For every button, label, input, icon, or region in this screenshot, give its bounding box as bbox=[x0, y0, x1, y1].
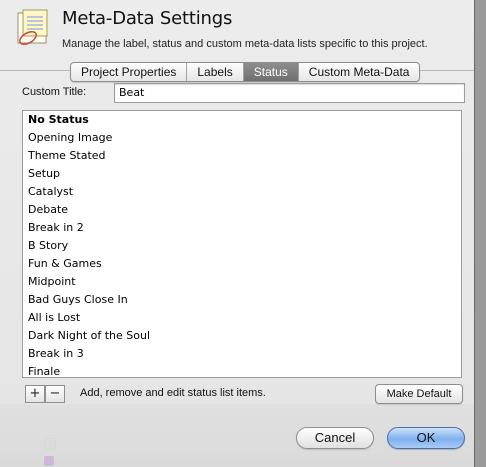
status-list-item[interactable]: Setup bbox=[23, 165, 461, 183]
ok-button[interactable]: OK bbox=[387, 427, 465, 449]
status-list-item[interactable]: No Status bbox=[23, 111, 461, 129]
status-list-item[interactable]: Midpoint bbox=[23, 273, 461, 291]
tab-custom-meta-data[interactable]: Custom Meta-Data bbox=[299, 63, 420, 81]
status-list-item[interactable]: Opening Image bbox=[23, 129, 461, 147]
status-list-item[interactable]: Finale bbox=[23, 363, 461, 377]
custom-title-field[interactable]: Beat bbox=[114, 83, 465, 103]
make-default-button[interactable]: Make Default bbox=[375, 384, 463, 404]
dialog-subtitle: Manage the label, status and custom meta… bbox=[62, 38, 428, 50]
dialog-title: Meta-Data Settings bbox=[62, 8, 233, 29]
cancel-button[interactable]: Cancel bbox=[296, 427, 374, 449]
status-list-item[interactable]: All is Lost bbox=[23, 309, 461, 327]
status-list-item[interactable]: Fun & Games bbox=[23, 255, 461, 273]
ghost-swatch bbox=[44, 456, 54, 466]
status-list-item[interactable]: Catalyst bbox=[23, 183, 461, 201]
ghost-swatch bbox=[44, 438, 56, 450]
status-list-item[interactable]: Theme Stated bbox=[23, 147, 461, 165]
status-list-item[interactable]: Break in 3 bbox=[23, 345, 461, 363]
status-list-item[interactable]: Break in 2 bbox=[23, 219, 461, 237]
status-list-item[interactable]: Dark Night of the Soul bbox=[23, 327, 461, 345]
tab-labels[interactable]: Labels bbox=[187, 63, 244, 81]
status-list-item[interactable]: Debate bbox=[23, 201, 461, 219]
metadata-settings-sheet: Meta-Data Settings Manage the label, sta… bbox=[0, 0, 474, 467]
status-list-item[interactable]: B Story bbox=[23, 237, 461, 255]
tab-project-properties[interactable]: Project Properties bbox=[71, 63, 188, 81]
add-item-button[interactable]: + bbox=[25, 385, 45, 403]
remove-item-button[interactable]: − bbox=[45, 385, 65, 403]
tab-bar: Project Properties Labels Status Custom … bbox=[70, 62, 421, 82]
tab-status[interactable]: Status bbox=[243, 63, 299, 81]
status-list-item[interactable]: Bad Guys Close In bbox=[23, 291, 461, 309]
list-helper-text: Add, remove and edit status list items. bbox=[80, 387, 266, 399]
background-window bbox=[474, 0, 486, 467]
status-list[interactable]: No Status Opening Image Theme Stated Set… bbox=[22, 110, 462, 378]
index-card-icon bbox=[17, 9, 48, 45]
custom-title-label: Custom Title: bbox=[22, 86, 87, 98]
